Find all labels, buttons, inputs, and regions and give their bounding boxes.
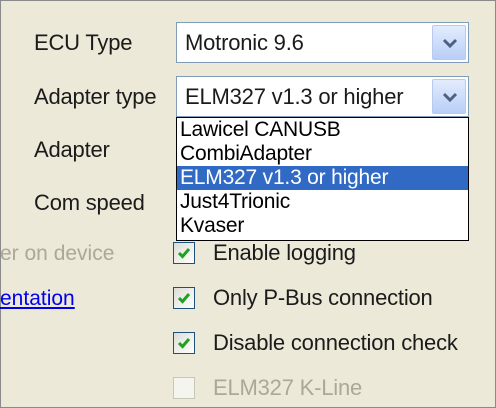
ecu-type-combobox[interactable]: Motronic 9.6 [176, 22, 469, 63]
chevron-down-icon [442, 38, 458, 49]
checkmark-icon [177, 338, 191, 349]
documentation-link[interactable]: entation [0, 287, 75, 311]
com-speed-label: Com speed [34, 190, 145, 215]
elm327-kline-label: ELM327 K-Line [213, 375, 363, 400]
adapter-type-label: Adapter type [34, 84, 157, 109]
ecu-type-value: Motronic 9.6 [185, 30, 304, 55]
ecu-type-label: ECU Type [34, 30, 133, 55]
enable-logging-checkbox-row[interactable]: Enable logging [173, 240, 473, 266]
log-on-device-label: er on device [0, 242, 115, 265]
dropdown-option-combiadapter[interactable]: CombiAdapter [177, 142, 468, 166]
only-pbus-checkbox[interactable] [173, 287, 195, 309]
dropdown-option-lawicel[interactable]: Lawicel CANUSB [177, 118, 468, 142]
adapter-type-value: ELM327 v1.3 or higher [185, 84, 404, 109]
adapter-type-combobox[interactable]: ELM327 v1.3 or higher [176, 76, 469, 117]
dropdown-option-elm327[interactable]: ELM327 v1.3 or higher [177, 166, 468, 190]
elm327-kline-checkbox-row: ELM327 K-Line [173, 375, 473, 401]
enable-logging-checkbox[interactable] [173, 242, 195, 264]
adapter-type-dropdown-button[interactable] [432, 79, 466, 114]
checkmark-icon [177, 248, 191, 259]
only-pbus-checkbox-row[interactable]: Only P-Bus connection [173, 285, 473, 311]
adapter-label: Adapter [34, 137, 110, 162]
checkmark-icon [177, 293, 191, 304]
disable-connection-check-label: Disable connection check [213, 330, 458, 355]
chevron-down-icon [442, 92, 458, 103]
ecu-type-dropdown-button[interactable] [432, 25, 466, 60]
disable-connection-check-row[interactable]: Disable connection check [173, 330, 493, 356]
adapter-type-dropdown-list[interactable]: Lawicel CANUSB CombiAdapter ELM327 v1.3 … [176, 117, 469, 241]
dropdown-option-just4trionic[interactable]: Just4Trionic [177, 190, 468, 214]
elm327-kline-checkbox [173, 377, 195, 399]
enable-logging-label: Enable logging [213, 240, 356, 265]
disable-connection-check-checkbox[interactable] [173, 332, 195, 354]
dropdown-option-kvaser[interactable]: Kvaser [177, 214, 468, 238]
only-pbus-label: Only P-Bus connection [213, 285, 433, 310]
